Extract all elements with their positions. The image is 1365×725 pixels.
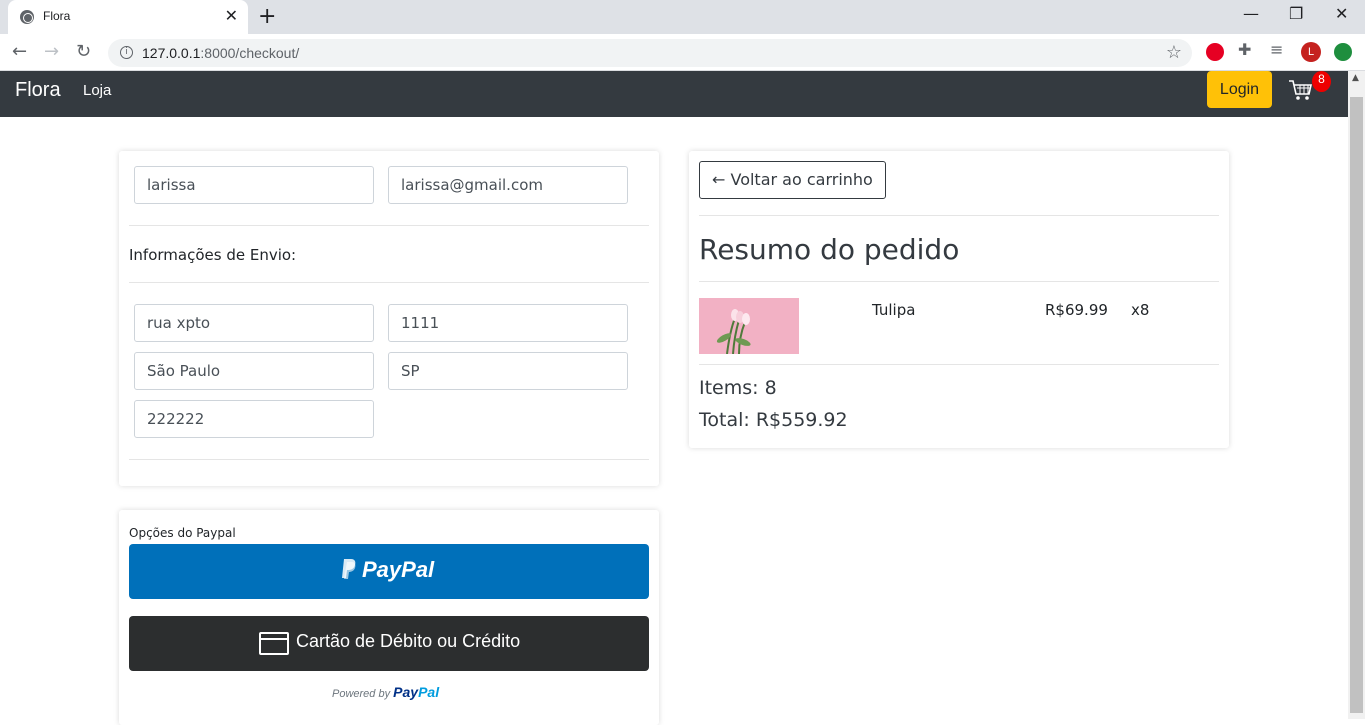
login-button[interactable]: Login <box>1207 71 1272 108</box>
items-count: Items: 8 <box>699 377 777 399</box>
number-field[interactable]: 1111 <box>388 304 628 342</box>
minimize-icon[interactable]: — <box>1243 4 1259 23</box>
summary-title: Resumo do pedido <box>699 233 960 266</box>
item-name: Tulipa <box>872 301 916 319</box>
new-tab-icon[interactable]: + <box>258 4 276 29</box>
window-close-icon[interactable]: ✕ <box>1335 4 1348 23</box>
close-tab-icon[interactable]: ✕ <box>225 6 238 25</box>
back-arrow-icon[interactable]: ← <box>12 41 27 62</box>
browser-tab-bar: Flora ✕ + — ❐ ✕ <box>0 0 1365 34</box>
restore-icon[interactable]: ❐ <box>1289 4 1303 23</box>
scroll-thumb[interactable] <box>1350 97 1363 713</box>
pinterest-icon[interactable] <box>1206 43 1224 61</box>
reload-icon[interactable]: ↻ <box>76 41 91 62</box>
divider <box>129 459 649 460</box>
paypal-button[interactable]: PayPal <box>129 544 649 599</box>
bookmark-star-icon[interactable]: ☆ <box>1166 42 1182 63</box>
address-field[interactable]: rua xpto <box>134 304 374 342</box>
paypal-p-icon <box>342 559 356 579</box>
brand-logo[interactable]: Flora <box>15 79 61 102</box>
cart-icon[interactable] <box>1287 77 1313 103</box>
cart-count-badge: 8 <box>1312 71 1331 92</box>
forward-arrow-icon[interactable]: → <box>44 41 59 62</box>
extensions-puzzle-icon[interactable]: ✚ <box>1238 40 1256 59</box>
divider <box>129 225 649 226</box>
paypal-options-label: Opções do Paypal <box>129 526 236 540</box>
back-to-cart-button[interactable]: ← Voltar ao carrinho <box>699 161 886 199</box>
app-navbar: Flora Loja Login 8 <box>0 71 1348 117</box>
tab-title: Flora <box>43 9 71 23</box>
powered-by-paypal: Powered by PayPal <box>332 684 440 700</box>
browser-tab[interactable]: Flora ✕ <box>8 0 248 34</box>
state-field[interactable]: SP <box>388 352 628 390</box>
city-field[interactable]: São Paulo <box>134 352 374 390</box>
product-thumbnail <box>699 298 799 354</box>
divider <box>699 215 1219 216</box>
order-total: Total: R$559.92 <box>699 409 848 431</box>
browser-toolbar: ← → ↻ i 127.0.0.1:8000/checkout/ ☆ ✚ ≡ L <box>0 34 1365 71</box>
shipping-form-card: larissa larissa@gmail.com Informações de… <box>119 151 659 486</box>
page-scrollbar[interactable]: ▲ <box>1348 71 1365 719</box>
paypal-button-label: PayPal <box>362 557 435 582</box>
shipping-heading: Informações de Envio: <box>129 246 297 264</box>
item-price: R$69.99 <box>1045 301 1108 319</box>
divider <box>699 364 1219 365</box>
payment-card: Opções do Paypal PayPal Cartão de Débito… <box>119 510 659 725</box>
update-icon[interactable] <box>1334 43 1352 61</box>
nav-link-store[interactable]: Loja <box>83 82 111 99</box>
zip-field[interactable]: 222222 <box>134 400 374 438</box>
globe-icon <box>20 10 34 24</box>
divider <box>699 281 1219 282</box>
address-bar[interactable]: i 127.0.0.1:8000/checkout/ ☆ <box>108 39 1192 67</box>
site-info-icon[interactable]: i <box>120 46 133 59</box>
scroll-up-icon[interactable]: ▲ <box>1352 73 1359 83</box>
card-button-label: Cartão de Débito ou Crédito <box>296 631 521 651</box>
media-queue-icon[interactable]: ≡ <box>1270 40 1288 59</box>
url-text: 127.0.0.1:8000/checkout/ <box>142 45 300 61</box>
order-summary-card: ← Voltar ao carrinho Resumo do pedido Tu… <box>689 151 1229 448</box>
profile-avatar[interactable]: L <box>1301 42 1321 62</box>
debit-credit-card-button[interactable]: Cartão de Débito ou Crédito <box>129 616 649 671</box>
item-quantity: x8 <box>1131 301 1150 319</box>
divider <box>129 282 649 283</box>
credit-card-icon <box>259 632 289 655</box>
email-field[interactable]: larissa@gmail.com <box>388 166 628 204</box>
name-field[interactable]: larissa <box>134 166 374 204</box>
